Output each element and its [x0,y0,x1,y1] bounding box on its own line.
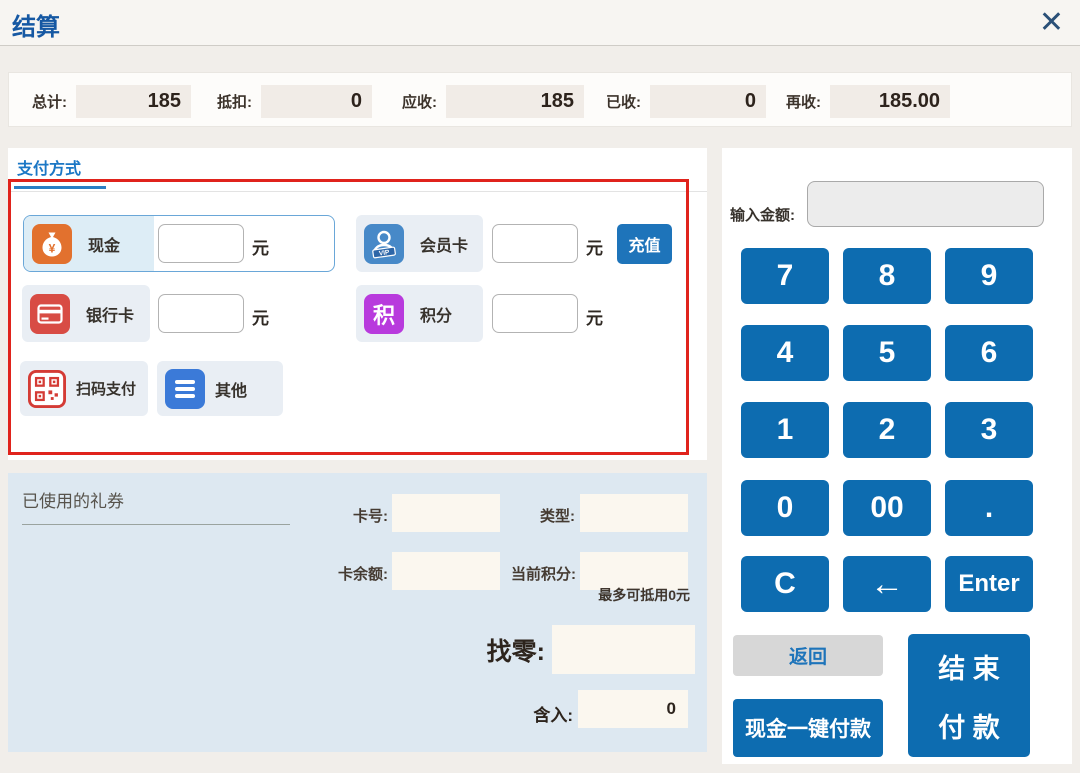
back-button[interactable]: 返回 [733,635,883,676]
enter-amount-label: 输入金额: [730,204,795,225]
remaining-value: 185.00 [830,85,950,118]
voucher-title-underline [22,524,290,525]
summary-deduction: 抵扣: 0 [217,85,372,118]
bank-card-icon [30,294,70,334]
current-points-label: 当前积分: [470,563,576,584]
points-label: 积分 [420,302,452,326]
card-balance-label: 卡余额: [288,563,388,584]
key-7[interactable]: 7 [741,248,829,304]
list-icon [165,369,205,409]
payment-method-bank-card[interactable]: 银行卡 [22,285,150,342]
summary-receivable: 应收: 185 [402,85,584,118]
used-vouchers-title: 已使用的礼券 [22,487,124,512]
card-type-field [580,494,688,532]
svg-text:¥: ¥ [49,241,56,255]
deduction-label: 抵扣: [217,91,252,112]
include-label: 含入: [483,701,573,726]
finish-line1: 结 束 [938,647,1000,686]
key-backspace[interactable]: ← [843,556,931,612]
key-enter[interactable]: Enter [945,556,1033,612]
bank-card-amount-input[interactable] [158,294,244,333]
key-00[interactable]: 00 [843,480,931,536]
key-4[interactable]: 4 [741,325,829,381]
key-decimal[interactable]: . [945,480,1033,536]
points-icon: 积 [364,294,404,334]
remaining-label: 再收: [786,91,821,112]
tab-payment-method[interactable]: 支付方式 [17,155,81,179]
page-title: 结算 [12,7,60,42]
summary-remaining: 再收: 185.00 [786,85,950,118]
recharge-button[interactable]: 充值 [617,224,672,264]
cash-unit: 元 [252,234,269,259]
key-2[interactable]: 2 [843,402,931,458]
received-label: 已收: [606,91,641,112]
deduction-value: 0 [261,85,372,118]
card-type-label: 类型: [497,505,575,526]
summary-bar: 总计: 185 抵扣: 0 应收: 185 已收: 0 再收: 185.00 [8,72,1072,127]
finish-line2: 付 款 [938,706,1000,745]
tab-divider [8,191,707,192]
qr-code-icon [28,370,66,408]
key-9[interactable]: 9 [945,248,1033,304]
key-clear[interactable]: C [741,556,829,612]
tab-active-underline [14,186,106,189]
total-label: 总计: [32,91,67,112]
key-6[interactable]: 6 [945,325,1033,381]
settlement-dialog: 结算 ✕ 总计: 185 抵扣: 0 应收: 185 已收: 0 再收: 185… [0,0,1080,773]
payment-method-member-card[interactable]: VIP 会员卡 [356,215,483,272]
include-field: 0 [578,690,688,728]
change-field [552,625,695,674]
summary-total: 总计: 185 [32,85,191,118]
cash-chip[interactable]: ¥ 现金 [24,216,154,271]
card-number-label: 卡号: [308,505,388,526]
dialog-header: 结算 ✕ [0,0,1080,46]
payment-method-other[interactable]: 其他 [157,361,283,416]
finish-payment-button[interactable]: 结 束 付 款 [908,634,1030,757]
close-icon[interactable]: ✕ [1039,4,1064,42]
max-deduction-note: 最多可抵用0元 [500,585,690,605]
bank-card-label: 银行卡 [86,302,134,326]
total-value: 185 [76,85,191,118]
points-amount-input[interactable] [492,294,578,333]
key-3[interactable]: 3 [945,402,1033,458]
key-8[interactable]: 8 [843,248,931,304]
receivable-label: 应收: [402,91,437,112]
key-0[interactable]: 0 [741,480,829,536]
received-value: 0 [650,85,766,118]
receivable-value: 185 [446,85,584,118]
other-label: 其他 [215,377,247,401]
summary-received: 已收: 0 [606,85,766,118]
member-card-amount-input[interactable] [492,224,578,263]
cash-quick-pay-button[interactable]: 现金一键付款 [733,699,883,757]
card-number-field [392,494,500,532]
money-bag-icon: ¥ [32,224,72,264]
points-unit: 元 [586,304,603,329]
amount-input[interactable] [807,181,1044,227]
bank-card-unit: 元 [252,304,269,329]
payment-method-points[interactable]: 积 积分 [356,285,483,342]
key-1[interactable]: 1 [741,402,829,458]
member-card-label: 会员卡 [420,232,468,256]
cash-amount-input[interactable] [158,224,244,263]
key-5[interactable]: 5 [843,325,931,381]
member-card-unit: 元 [586,234,603,259]
cash-label: 现金 [88,232,120,256]
change-label: 找零: [455,632,545,668]
payment-method-scan-pay[interactable]: 扫码支付 [20,361,148,416]
vip-member-icon: VIP [364,224,404,264]
scan-pay-label: 扫码支付 [76,378,136,399]
